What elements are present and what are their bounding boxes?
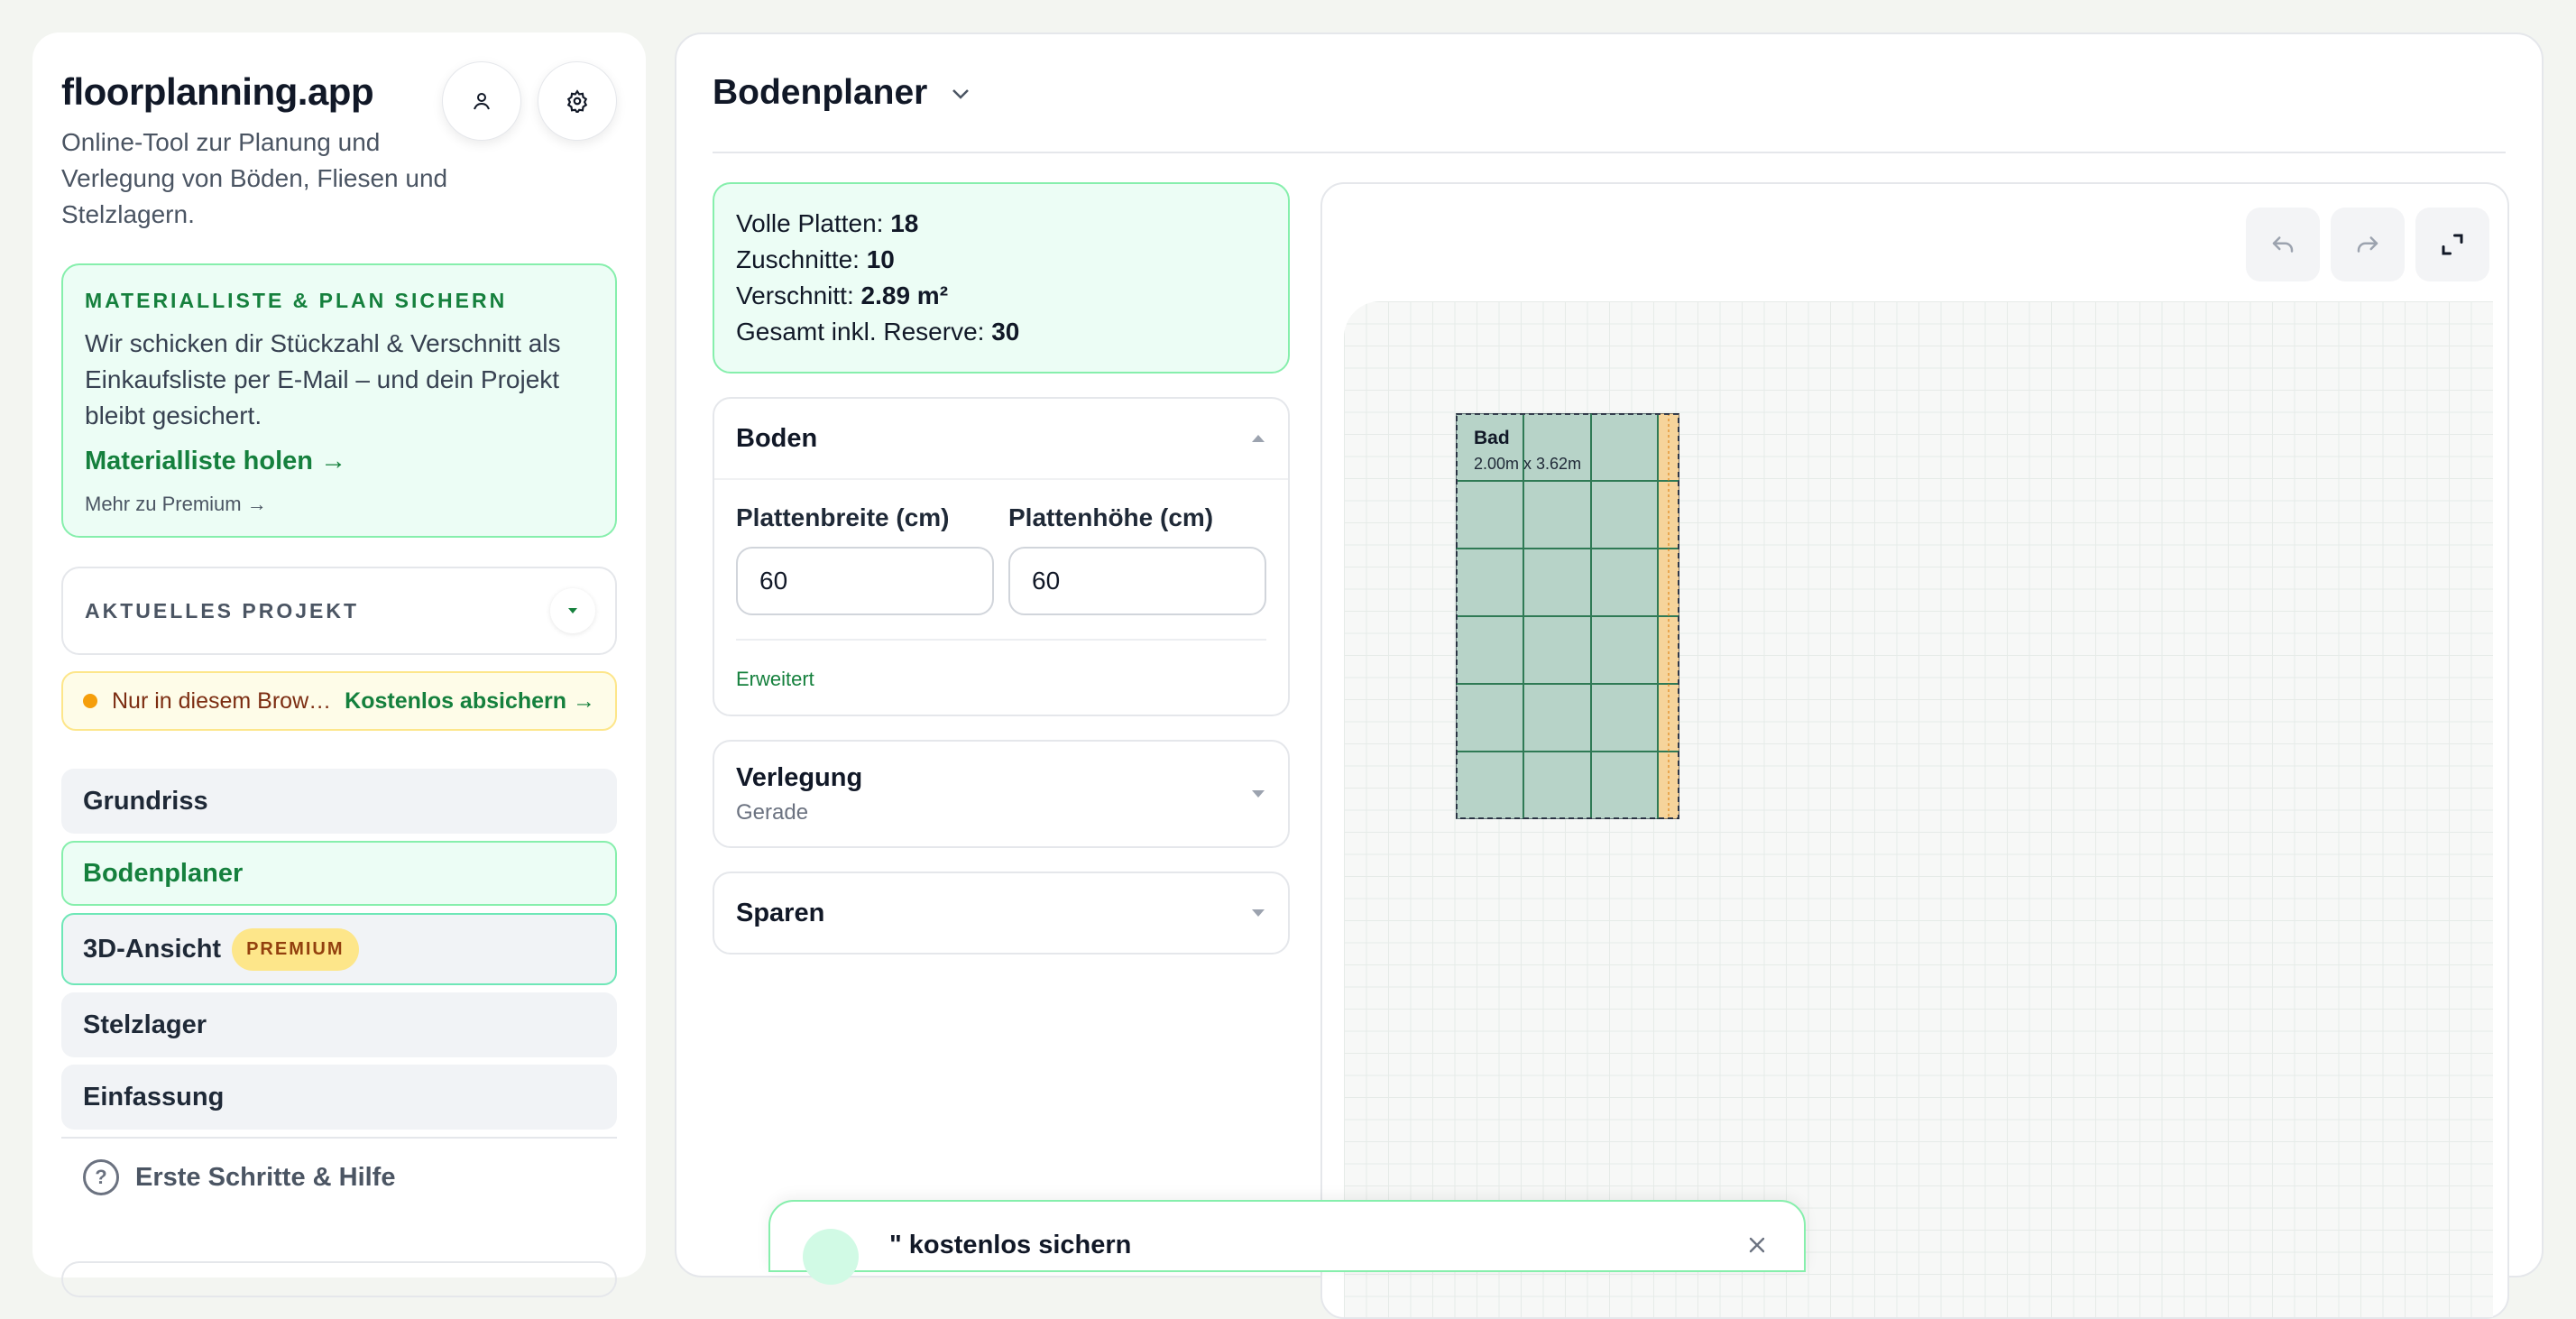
verlegung-panel-header[interactable]: Verlegung Gerade bbox=[714, 742, 1288, 846]
browser-storage-warning: Nur in diesem Brow… Kostenlos absichern … bbox=[61, 671, 617, 731]
advanced-toggle[interactable]: Erweitert bbox=[736, 668, 1266, 691]
material-stats-card: Volle Platten: 18 Zuschnitte: 10 Verschn… bbox=[713, 182, 1290, 374]
nav-item-label: Stelzlager bbox=[83, 1010, 207, 1039]
tile-width-input[interactable] bbox=[736, 547, 994, 615]
secure-free-link[interactable]: Kostenlos absichern → bbox=[345, 688, 595, 715]
main-panel: Bodenplaner Volle Platten: 18 Zuschnitte… bbox=[675, 32, 2544, 1319]
verlegung-value: Gerade bbox=[736, 799, 809, 825]
premium-badge: PREMIUM bbox=[232, 927, 359, 971]
boden-panel-header[interactable]: Boden bbox=[714, 399, 1288, 478]
tile-height-field: Plattenhöhe (cm) bbox=[1008, 503, 1266, 615]
tile-height-label: Plattenhöhe (cm) bbox=[1008, 503, 1214, 531]
room-name: Bad bbox=[1474, 428, 1510, 448]
nav-item-bodenplaner[interactable]: Bodenplaner bbox=[61, 841, 617, 906]
sidebar-top-actions bbox=[442, 61, 617, 141]
stat-full-tiles: Volle Platten: 18 bbox=[736, 209, 919, 237]
toast-close-button[interactable] bbox=[1746, 1234, 1768, 1260]
main-header: Bodenplaner bbox=[713, 34, 2506, 153]
question-icon: ? bbox=[83, 1159, 119, 1195]
sparen-title: Sparen bbox=[736, 898, 825, 927]
redo-icon bbox=[2357, 236, 2378, 253]
nav-item-einfassung[interactable]: Einfassung bbox=[61, 1065, 617, 1130]
nav-item-3d-ansicht[interactable]: 3D-Ansicht PREMIUM bbox=[61, 913, 617, 985]
promo-text: Wir schicken dir Stückzahl & Verschnitt … bbox=[85, 329, 561, 429]
settings-column: Volle Platten: 18 Zuschnitte: 10 Verschn… bbox=[713, 182, 1290, 955]
redo-button[interactable] bbox=[2331, 208, 2405, 281]
caret-down-icon bbox=[568, 608, 577, 613]
close-icon bbox=[1749, 1237, 1765, 1253]
nav-item-label: Einfassung bbox=[83, 1082, 225, 1111]
help-link[interactable]: ? Erste Schritte & Hilfe bbox=[61, 1139, 617, 1216]
stat-waste: Verschnitt: 2.89 m² bbox=[736, 281, 949, 309]
sidebar: floorplanning.app Online-Tool zur Planun… bbox=[32, 32, 646, 1297]
tile-size-fields: Plattenbreite (cm) Plattenhöhe (cm) bbox=[736, 503, 1266, 615]
sparen-panel-header[interactable]: Sparen bbox=[714, 873, 1288, 953]
room-bad[interactable]: Bad 2.00m x 3.62m bbox=[1455, 412, 1680, 820]
current-project-label: AKTUELLES PROJEKT bbox=[85, 598, 360, 623]
boden-panel: Boden Plattenbreite (cm) Plattenhöhe (cm… bbox=[713, 397, 1290, 716]
chevron-down-icon bbox=[952, 88, 970, 99]
brand-subtitle: Online-Tool zur Planung und Verlegung vo… bbox=[61, 128, 448, 228]
caret-down-icon bbox=[1252, 790, 1265, 798]
user-icon bbox=[474, 93, 490, 110]
fullscreen-icon bbox=[2442, 234, 2463, 255]
verlegung-panel[interactable]: Verlegung Gerade bbox=[713, 740, 1290, 848]
fullscreen-button[interactable] bbox=[2415, 208, 2489, 281]
nav-item-label: Grundriss bbox=[83, 786, 208, 816]
toast-text: " kostenlos sichern bbox=[889, 1231, 1132, 1259]
caret-down-icon bbox=[1252, 909, 1265, 917]
warning-text: Nur in diesem Brow… bbox=[112, 687, 331, 714]
canvas-grid[interactable]: Bad 2.00m x 3.62m bbox=[1344, 301, 2493, 1317]
stat-cuts: Zuschnitte: 10 bbox=[736, 245, 895, 273]
tile-layout bbox=[1455, 412, 1680, 820]
tile-height-input[interactable] bbox=[1008, 547, 1266, 615]
canvas-toolbar bbox=[2246, 208, 2489, 281]
boden-panel-body: Plattenbreite (cm) Plattenhöhe (cm) Erwe… bbox=[714, 478, 1288, 715]
room-dimensions: 2.00m x 3.62m bbox=[1474, 455, 1582, 473]
nav-item-label: 3D-Ansicht bbox=[83, 934, 222, 964]
project-caret-button[interactable] bbox=[550, 588, 595, 633]
floor-canvas[interactable]: Bad 2.00m x 3.62m bbox=[1320, 182, 2509, 1319]
nav-item-label: Bodenplaner bbox=[83, 858, 244, 888]
undo-button[interactable] bbox=[2246, 208, 2320, 281]
premium-promo-card: MATERIALLISTE & PLAN SICHERN Wir schicke… bbox=[61, 263, 617, 538]
sparen-panel[interactable]: Sparen bbox=[713, 872, 1290, 955]
current-project-dropdown[interactable]: AKTUELLES PROJEKT bbox=[61, 567, 617, 655]
settings-button[interactable] bbox=[538, 61, 617, 141]
page-title: Bodenplaner bbox=[713, 73, 928, 112]
warning-dot-icon bbox=[83, 694, 97, 708]
boden-panel-title: Boden bbox=[736, 423, 818, 453]
tile-width-field: Plattenbreite (cm) bbox=[736, 503, 994, 615]
toast-icon bbox=[803, 1229, 859, 1285]
more-premium-link[interactable]: Mehr zu Premium → bbox=[85, 493, 593, 516]
nav-item-stelzlager[interactable]: Stelzlager bbox=[61, 992, 617, 1057]
stat-total: Gesamt inkl. Reserve: 30 bbox=[736, 318, 1020, 346]
nav-item-grundriss[interactable]: Grundriss bbox=[61, 769, 617, 834]
promo-title: MATERIALLISTE & PLAN SICHERN bbox=[85, 289, 508, 312]
account-button[interactable] bbox=[442, 61, 521, 141]
caret-up-icon bbox=[1252, 435, 1265, 442]
tile-width-label: Plattenbreite (cm) bbox=[736, 503, 950, 531]
get-material-list-link[interactable]: Materialliste holen → bbox=[85, 447, 593, 476]
main-navigation: Grundriss Bodenplaner 3D-Ansicht PREMIUM… bbox=[61, 769, 617, 1297]
sidebar-bottom-card bbox=[61, 1261, 617, 1297]
help-label: Erste Schritte & Hilfe bbox=[135, 1162, 396, 1192]
save-toast: " kostenlos sichern bbox=[768, 1200, 1806, 1285]
verlegung-text: Verlegung Gerade bbox=[736, 763, 862, 826]
gear-icon bbox=[566, 89, 588, 113]
verlegung-title: Verlegung bbox=[736, 762, 863, 792]
panel-divider bbox=[736, 639, 1266, 641]
view-switch-button[interactable] bbox=[951, 88, 971, 105]
undo-icon bbox=[2272, 236, 2294, 253]
